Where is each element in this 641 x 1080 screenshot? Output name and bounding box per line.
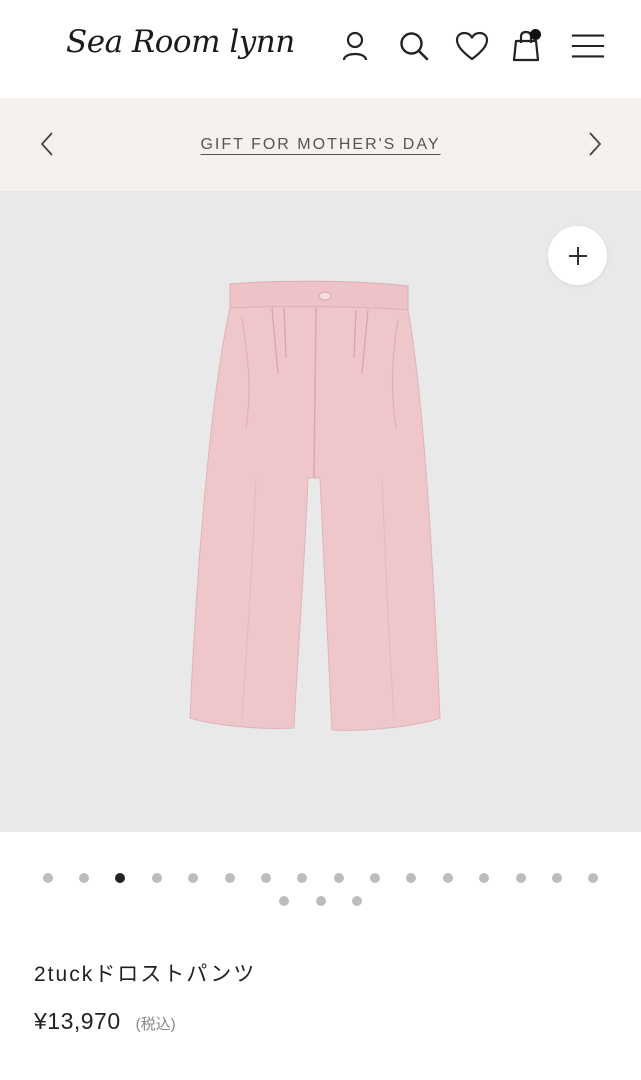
cart-badge-dot <box>530 29 541 40</box>
plus-icon <box>568 246 587 265</box>
gallery-dot[interactable] <box>315 896 326 906</box>
heart-icon[interactable] <box>454 28 490 64</box>
gallery-dot[interactable] <box>260 873 271 883</box>
price-row: ¥13,970 (税込) <box>34 1008 176 1035</box>
gallery-dot[interactable] <box>151 873 162 883</box>
gallery-dots-row-1 <box>0 873 641 883</box>
brand-logo[interactable]: Sea Room lynn <box>66 24 295 60</box>
banner-link[interactable]: GIFT FOR MOTHER'S DAY <box>200 136 440 153</box>
account-icon[interactable] <box>337 28 373 64</box>
gallery-dot[interactable] <box>406 873 417 883</box>
cart-icon[interactable] <box>509 28 545 64</box>
gallery-dot[interactable] <box>42 873 53 883</box>
gallery-dot[interactable] <box>115 873 126 883</box>
product-price: ¥13,970 <box>34 1008 121 1034</box>
gallery-dot[interactable] <box>351 896 362 906</box>
banner-text-wrap: GIFT FOR MOTHER'S DAY <box>0 136 641 154</box>
gallery-dot[interactable] <box>279 896 290 906</box>
zoom-button[interactable] <box>548 226 607 285</box>
menu-icon[interactable] <box>570 28 606 64</box>
product-name: 2tuckドロストパンツ <box>34 963 257 986</box>
search-icon[interactable] <box>396 28 432 64</box>
promo-banner: GIFT FOR MOTHER'S DAY <box>0 98 641 191</box>
gallery-dot[interactable] <box>515 873 526 883</box>
gallery-dot[interactable] <box>588 873 599 883</box>
product-image[interactable] <box>0 191 641 832</box>
gallery-dot[interactable] <box>551 873 562 883</box>
gallery-dot[interactable] <box>188 873 199 883</box>
gallery-dot[interactable] <box>370 873 381 883</box>
gallery-dot[interactable] <box>479 873 490 883</box>
gallery-dot[interactable] <box>442 873 453 883</box>
gallery-dot[interactable] <box>79 873 90 883</box>
gallery-dot[interactable] <box>333 873 344 883</box>
gallery-dots-row-2 <box>0 896 641 906</box>
gallery-dot[interactable] <box>297 873 308 883</box>
banner-next-icon[interactable] <box>580 126 610 162</box>
pants-image <box>189 280 441 731</box>
tax-note: (税込) <box>135 1016 176 1033</box>
site-header: Sea Room lynn <box>0 0 641 98</box>
gallery-dot[interactable] <box>224 873 235 883</box>
